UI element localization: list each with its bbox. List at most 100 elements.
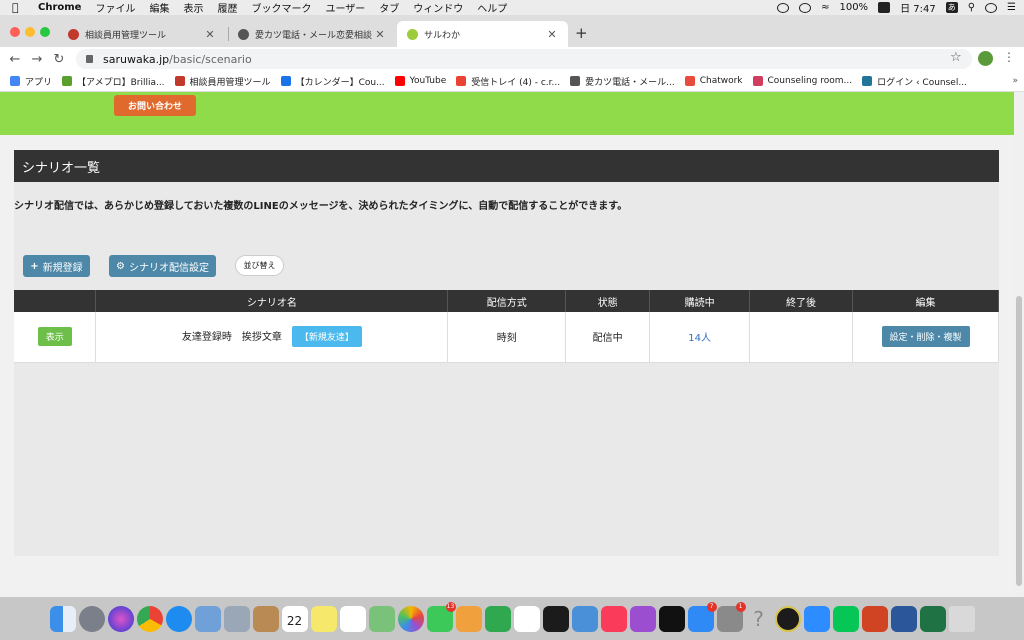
numbers-icon[interactable]	[484, 605, 511, 632]
menu-file[interactable]: ファイル	[95, 0, 135, 15]
appletv-icon[interactable]	[658, 605, 685, 632]
url-host: saruwaka.jp	[103, 52, 170, 66]
bookmark-apps[interactable]: アプリ	[10, 75, 52, 88]
tab-admin-tool[interactable]: 相談員用管理ツール ✕	[58, 21, 226, 47]
tab-saruwaka[interactable]: サルわか ✕	[397, 21, 568, 47]
input-method-icon[interactable]: あ	[945, 2, 958, 13]
new-register-button[interactable]: + 新規登録	[23, 255, 90, 277]
bookmark-amepro[interactable]: 【アメプロ】Brillia...	[62, 75, 165, 88]
close-tab-icon[interactable]: ✕	[546, 28, 558, 41]
bookmarks-overflow-icon[interactable]: »	[1012, 76, 1018, 86]
menu-bookmarks[interactable]: ブックマーク	[251, 0, 311, 15]
menu-help[interactable]: ヘルプ	[477, 0, 507, 15]
show-button[interactable]: 表示	[37, 327, 72, 347]
address-bar[interactable]: saruwaka.jp/basic/scenario	[76, 49, 972, 69]
notes-icon[interactable]	[252, 605, 279, 632]
help-icon[interactable]: ?	[746, 606, 772, 632]
clock[interactable]: 日 7:47	[900, 0, 936, 15]
music-icon[interactable]	[600, 605, 627, 632]
powerpoint-icon[interactable]	[861, 605, 888, 632]
reload-icon[interactable]: ↻	[48, 52, 70, 67]
zoom-window-icon[interactable]	[40, 27, 50, 37]
sort-button[interactable]: 並び替え	[235, 255, 284, 276]
acrobat2-icon[interactable]	[542, 605, 569, 632]
close-tab-icon[interactable]: ✕	[204, 28, 216, 41]
counseling-icon	[752, 76, 763, 86]
zoom-icon[interactable]	[803, 605, 830, 632]
stickies-icon[interactable]	[310, 605, 337, 632]
battery-icon[interactable]	[878, 2, 891, 13]
status-icon[interactable]	[777, 2, 790, 13]
chrome-icon[interactable]	[136, 605, 163, 632]
user-icon[interactable]	[985, 2, 998, 13]
keynote2-icon[interactable]	[571, 605, 598, 632]
system-preferences-icon[interactable]: 1	[716, 601, 746, 632]
photo-icon[interactable]	[223, 605, 250, 632]
calendar-icon[interactable]: 22	[281, 605, 308, 632]
unknown-icon[interactable]	[774, 605, 801, 632]
bookmark-star-icon[interactable]: ☆	[950, 50, 962, 65]
bookmark-youtube[interactable]: YouTube	[394, 76, 446, 86]
preview-icon[interactable]	[194, 605, 221, 632]
trash-icon[interactable]	[948, 605, 975, 632]
menu-user[interactable]: ユーザー	[325, 0, 365, 15]
profile-avatar[interactable]	[978, 51, 993, 66]
forward-icon[interactable]: →	[26, 52, 48, 67]
bookmark-chatwork[interactable]: Chatwork	[684, 76, 743, 86]
site-header-banner: お問い合わせ	[0, 92, 1014, 135]
bookmarks-bar: アプリ 【アメプロ】Brillia... 相談員用管理ツール 【カレンダー】Co…	[0, 71, 1024, 92]
column-header: 編集	[852, 290, 999, 312]
word-icon[interactable]	[890, 605, 917, 632]
tab-aikatsu[interactable]: 愛カツ電話・メール恋愛相談 ✕	[228, 21, 396, 47]
new-friend-tag[interactable]: 【新規友達】	[291, 326, 362, 348]
menu-view[interactable]: 表示	[183, 0, 203, 15]
reminders-icon[interactable]	[339, 605, 366, 632]
keynote-icon[interactable]	[455, 605, 482, 632]
bookmark-aikatsu[interactable]: 愛カツ電話・メール...	[570, 75, 675, 88]
battery-percent: 100%	[839, 2, 869, 13]
apple-menu-icon[interactable]: 	[12, 1, 26, 14]
table-row: 表示 友達登録時 挨拶文章 【新規友達】 時刻 配信中 14人 設定・削除・複製	[14, 312, 999, 363]
wordpress-icon	[862, 76, 873, 86]
spotlight-icon[interactable]: ⚲	[968, 2, 975, 13]
control-center-icon[interactable]: ☰	[1007, 2, 1016, 13]
line-icon[interactable]	[832, 605, 859, 632]
menu-edit[interactable]: 編集	[149, 0, 169, 15]
page-scrollbar-thumb[interactable]	[1016, 296, 1022, 586]
finder-icon[interactable]	[49, 605, 76, 632]
creative-cloud-icon[interactable]	[799, 2, 812, 13]
notification-badge: 1	[735, 601, 746, 612]
subscribers-link[interactable]: 14人	[688, 333, 711, 344]
app-menu[interactable]: Chrome	[38, 2, 81, 13]
wifi-icon[interactable]: ≈	[821, 2, 829, 13]
minimize-window-icon[interactable]	[25, 27, 35, 37]
menu-history[interactable]: 履歴	[217, 0, 237, 15]
bookmark-wordpress-login[interactable]: ログイン ‹ Counsel...	[862, 75, 967, 88]
new-tab-icon[interactable]: +	[575, 24, 588, 42]
bookmark-gmail[interactable]: 受信トレイ (4) - c.r...	[456, 75, 560, 88]
menu-window[interactable]: ウィンドウ	[413, 0, 463, 15]
facetime-icon[interactable]: 13	[426, 601, 456, 632]
bookmark-calendar[interactable]: 【カレンダー】Cou...	[280, 75, 385, 88]
close-window-icon[interactable]	[10, 27, 20, 37]
chrome-menu-icon[interactable]: ⋮	[1003, 50, 1015, 64]
maps-icon[interactable]	[368, 605, 395, 632]
bookmark-admin-tool[interactable]: 相談員用管理ツール	[174, 75, 271, 88]
photos-icon[interactable]	[397, 605, 424, 632]
edit-button[interactable]: 設定・削除・複製	[881, 326, 970, 348]
launchpad-icon[interactable]	[78, 605, 105, 632]
safari-icon[interactable]	[165, 605, 192, 632]
contact-button[interactable]: お問い合わせ	[114, 95, 196, 116]
bookmark-label: Counseling room...	[767, 76, 853, 86]
bookmark-counseling-room[interactable]: Counseling room...	[752, 76, 853, 86]
scenario-settings-button[interactable]: ⚙ シナリオ配信設定	[109, 255, 216, 277]
siri-icon[interactable]	[107, 605, 134, 632]
back-icon[interactable]: ←	[4, 52, 26, 67]
saruwaka-favicon-icon	[407, 28, 418, 40]
appstore-icon[interactable]: 7	[687, 601, 717, 632]
close-tab-icon[interactable]: ✕	[374, 28, 386, 41]
acrobat-icon[interactable]	[513, 605, 540, 632]
podcasts-icon[interactable]	[629, 605, 656, 632]
menu-tab[interactable]: タブ	[379, 0, 399, 15]
excel-icon[interactable]	[919, 605, 946, 632]
